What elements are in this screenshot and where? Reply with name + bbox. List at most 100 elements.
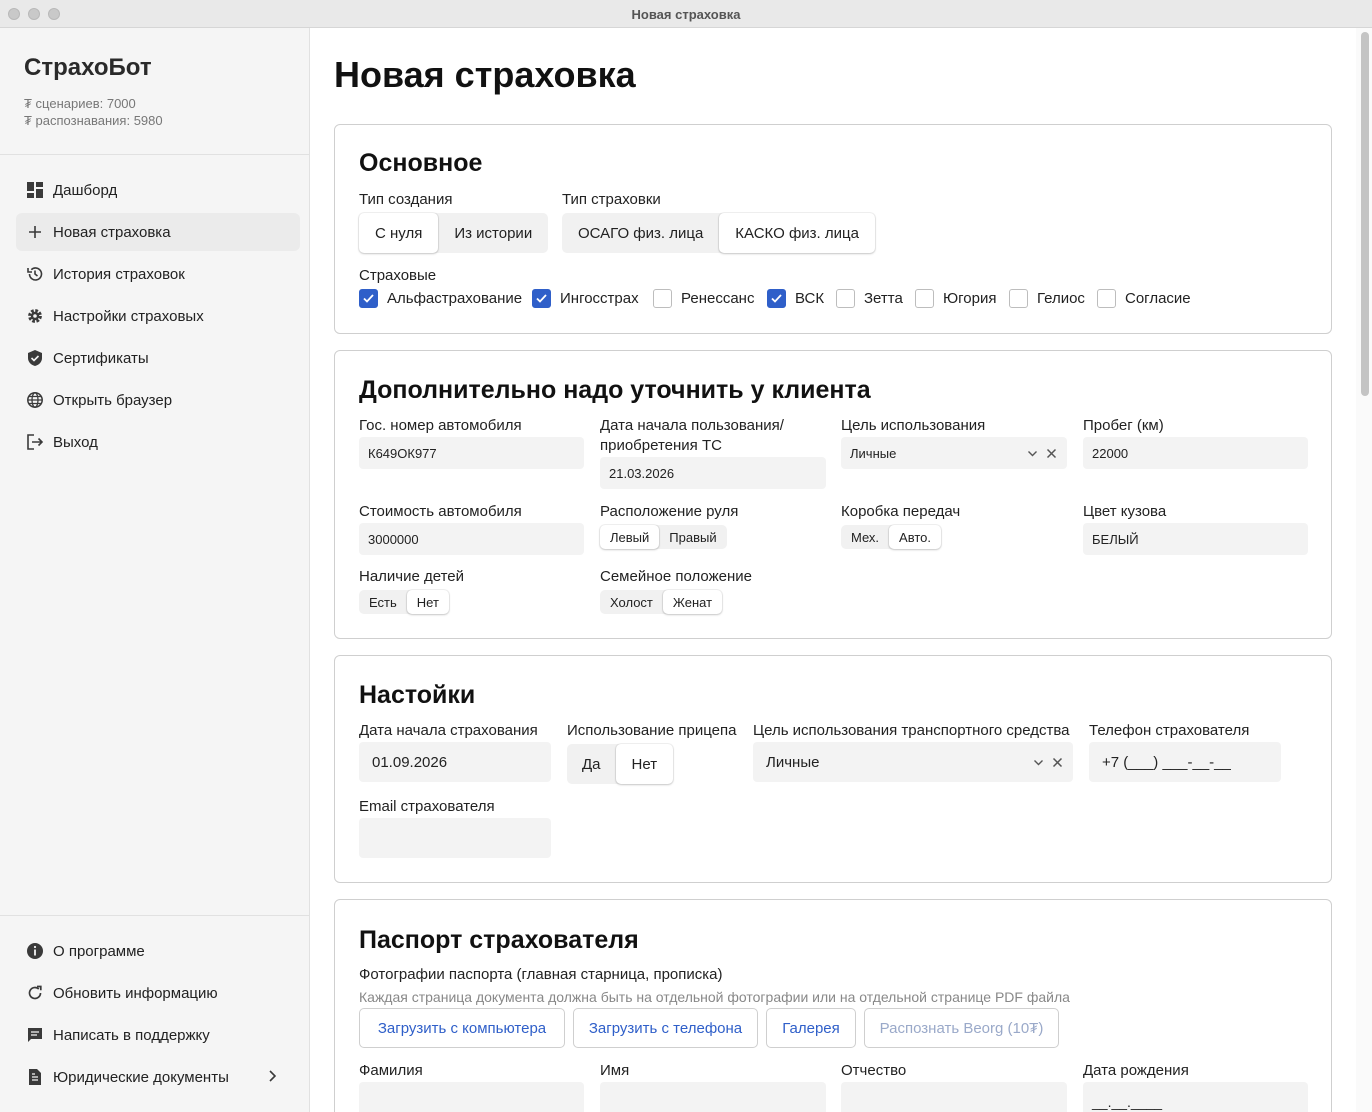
gallery-button[interactable]: Галерея	[766, 1008, 856, 1048]
insurer-name: Ингосстрах	[560, 290, 639, 307]
logout-icon	[26, 433, 44, 451]
color-input[interactable]: БЕЛЫЙ	[1083, 523, 1308, 555]
sidebar-item-new-insurance[interactable]: Новая страховка	[16, 213, 300, 251]
gearbox-auto[interactable]: Авто.	[889, 525, 941, 549]
sidebar-item-legal-documents[interactable]: Юридические документы	[16, 1058, 300, 1096]
trailer-no[interactable]: Нет	[615, 744, 674, 784]
insurance-type-osago[interactable]: ОСАГО физ. лица	[562, 213, 719, 253]
insurer-checkbox-gelios[interactable]: Гелиос	[1009, 289, 1085, 308]
gearbox-toggle: Мех. Авто.	[841, 525, 941, 549]
trailer-label: Использование прицепа	[567, 722, 737, 739]
upload-from-computer-button[interactable]: Загрузить с компьютера	[359, 1008, 565, 1048]
sidebar-item-label: Выход	[53, 433, 98, 451]
window-titlebar: Новая страховка	[0, 0, 1372, 28]
insurer-checkbox-yugoria[interactable]: Югория	[915, 289, 996, 308]
recognition-counter: ₮ распознавания: 5980	[24, 113, 163, 128]
page-title: Новая страховка	[334, 54, 636, 95]
checkbox-unchecked	[1097, 289, 1116, 308]
insurer-checkbox-ingosstrakh[interactable]: Ингосстрах	[532, 289, 639, 308]
surname-input[interactable]	[359, 1082, 584, 1112]
vehicle-purpose-selected-value: Личные	[766, 753, 820, 771]
window-title: Новая страховка	[631, 7, 741, 22]
scenario-counter: ₮ сценариев: 7000	[24, 96, 136, 111]
clear-icon[interactable]	[1052, 757, 1063, 768]
email-input[interactable]	[359, 818, 551, 858]
passport-photos-hint: Каждая страница документа должна быть на…	[359, 989, 1070, 1005]
chevron-down-icon[interactable]	[1027, 448, 1038, 459]
trailer-yes[interactable]: Да	[567, 744, 616, 784]
checkmark-icon	[363, 294, 374, 303]
phone-input[interactable]: +7 (___) ___-__-__	[1089, 742, 1281, 782]
start-use-date-input[interactable]: 21.03.2026	[600, 457, 826, 489]
wheel-label: Расположение руля	[600, 503, 739, 520]
insurance-type-label: Тип страховки	[562, 191, 661, 208]
start-use-label-line2: приобретения ТС	[600, 437, 722, 454]
start-date-input[interactable]: 01.09.2026	[359, 742, 551, 782]
phone-label: Телефон страхователя	[1089, 722, 1250, 739]
recognize-beorg-button[interactable]: Распознать Beorg (10₮)	[864, 1008, 1059, 1048]
checkbox-unchecked	[653, 289, 672, 308]
sidebar-item-label: Юридические документы	[53, 1068, 229, 1086]
trailer-toggle: Да Нет	[567, 744, 674, 784]
passport-section-title: Паспорт страхователя	[359, 926, 639, 954]
gearbox-manual[interactable]: Мех.	[841, 525, 889, 549]
insurer-checkbox-vsk[interactable]: ВСК	[767, 289, 824, 308]
sidebar-item-label: История страховок	[53, 265, 185, 283]
color-label: Цвет кузова	[1083, 503, 1167, 520]
sidebar-item-certificates[interactable]: Сертификаты	[16, 339, 300, 377]
extra-section: Дополнительно надо уточнить у клиента Го…	[334, 350, 1332, 639]
gearbox-label: Коробка передач	[841, 503, 961, 520]
plate-input[interactable]: К649ОК977	[359, 437, 584, 469]
chevron-down-icon[interactable]	[1033, 757, 1044, 768]
birth-date-label: Дата рождения	[1083, 1062, 1189, 1079]
birth-date-input[interactable]: __.__.____	[1083, 1082, 1308, 1112]
insurer-checkbox-renaissance[interactable]: Ренессанс	[653, 289, 754, 308]
insurer-checkbox-zetta[interactable]: Зетта	[836, 289, 903, 308]
checkbox-checked	[359, 289, 378, 308]
insurance-type-kasko[interactable]: КАСКО физ. лица	[719, 213, 875, 253]
wheel-right[interactable]: Правый	[659, 525, 726, 549]
insurer-checkbox-alfa[interactable]: Альфастрахование	[359, 289, 522, 308]
sidebar-item-label: О программе	[53, 942, 145, 960]
upload-from-phone-button[interactable]: Загрузить с телефона	[573, 1008, 758, 1048]
creation-type-from-scratch[interactable]: С нуля	[359, 213, 439, 253]
creation-type-from-history[interactable]: Из истории	[438, 213, 548, 253]
children-toggle: Есть Нет	[359, 590, 449, 614]
sidebar-item-insurer-settings[interactable]: Настройки страховых	[16, 297, 300, 335]
sidebar-item-logout[interactable]: Выход	[16, 423, 300, 461]
children-yes[interactable]: Есть	[359, 590, 407, 614]
history-icon	[26, 265, 44, 283]
vehicle-purpose-select[interactable]: Личные	[753, 742, 1073, 782]
patronymic-input[interactable]	[841, 1082, 1067, 1112]
sidebar-item-about[interactable]: О программе	[16, 932, 300, 970]
creation-type-label: Тип создания	[359, 191, 453, 208]
plus-icon	[26, 223, 44, 241]
cost-input[interactable]: 3000000	[359, 523, 584, 555]
mileage-input[interactable]: 22000	[1083, 437, 1308, 469]
insurer-name: Гелиос	[1037, 290, 1085, 307]
basic-section: Основное Тип создания С нуля Из истории …	[334, 124, 1332, 334]
marital-toggle: Холост Женат	[600, 590, 723, 614]
marital-married[interactable]: Женат	[662, 590, 723, 614]
insurer-name: Ренессанс	[681, 290, 755, 307]
children-no[interactable]: Нет	[406, 590, 449, 614]
surname-label: Фамилия	[359, 1062, 423, 1079]
cost-label: Стоимость автомобиля	[359, 503, 522, 520]
wheel-left[interactable]: Левый	[600, 525, 660, 549]
sidebar-item-dashboard[interactable]: Дашборд	[16, 171, 300, 209]
name-input[interactable]	[600, 1082, 826, 1112]
sidebar-item-refresh[interactable]: Обновить информацию	[16, 974, 300, 1012]
plate-label: Гос. номер автомобиля	[359, 417, 522, 434]
clear-icon[interactable]	[1046, 448, 1057, 459]
purpose-select[interactable]: Личные	[841, 437, 1067, 469]
marital-single[interactable]: Холост	[600, 590, 663, 614]
insurer-checkbox-soglasie[interactable]: Согласие	[1097, 289, 1191, 308]
sidebar-item-open-browser[interactable]: Открыть браузер	[16, 381, 300, 419]
checkbox-unchecked	[836, 289, 855, 308]
chevron-right-icon	[269, 1070, 277, 1082]
sidebar-item-support[interactable]: Написать в поддержку	[16, 1016, 300, 1054]
scrollbar-thumb[interactable]	[1361, 32, 1369, 396]
sidebar-item-history[interactable]: История страховок	[16, 255, 300, 293]
sidebar-item-label: Дашборд	[53, 181, 118, 199]
sidebar-item-label: Настройки страховых	[53, 307, 204, 325]
